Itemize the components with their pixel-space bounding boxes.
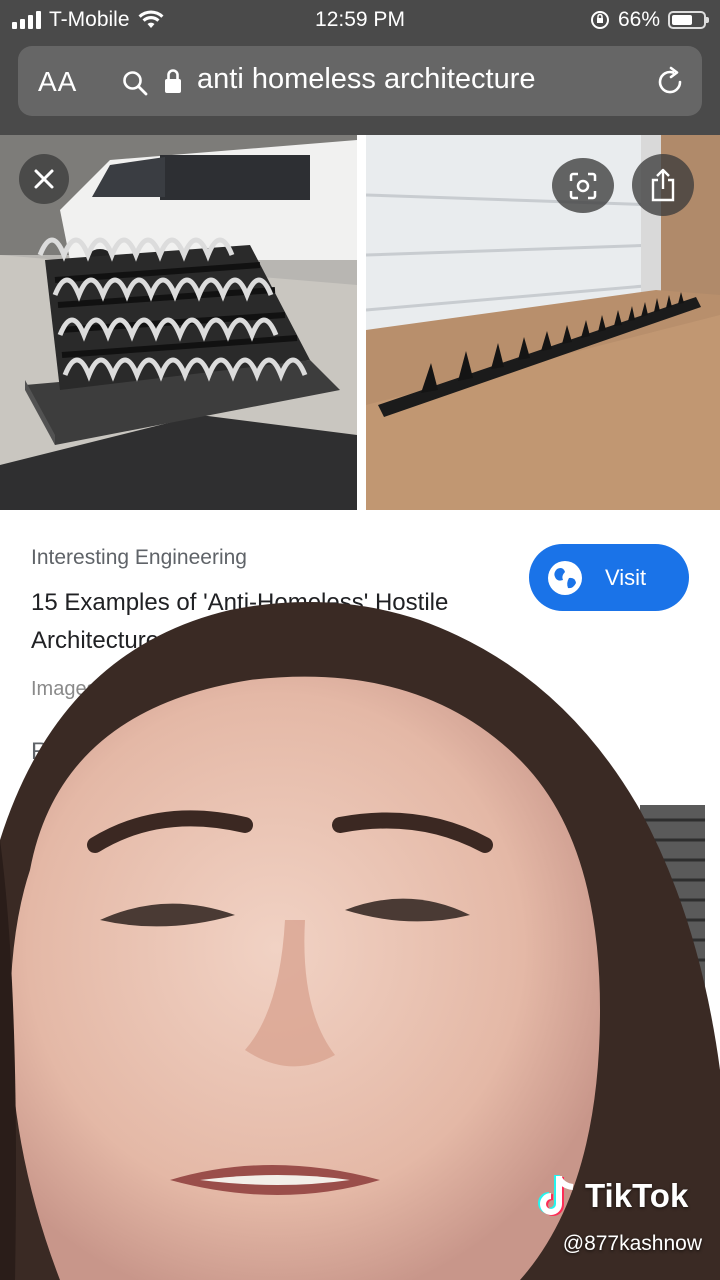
share-icon xyxy=(651,168,675,202)
share-button[interactable] xyxy=(632,154,694,216)
url-text[interactable]: anti homeless architecture xyxy=(197,63,536,96)
close-button[interactable] xyxy=(19,154,69,204)
result-source[interactable]: Interesting Engineering xyxy=(31,546,247,570)
lock-rotation-icon xyxy=(590,11,609,29)
close-icon xyxy=(34,169,54,189)
reload-icon[interactable] xyxy=(654,66,686,98)
creator-handle: @877kashnow xyxy=(562,1232,702,1255)
battery-icon xyxy=(668,11,709,29)
text-size-button[interactable]: AA xyxy=(38,66,77,98)
tiktok-logo-icon xyxy=(538,1175,574,1216)
status-bar: T-Mobile 12:59 PM 66% xyxy=(0,0,720,40)
search-icon xyxy=(123,71,148,96)
image-results xyxy=(0,135,720,510)
window-ledge-spikes-photo[interactable] xyxy=(366,135,720,510)
browser-toolbar: AA anti homeless architecture xyxy=(0,40,720,135)
lens-icon xyxy=(569,172,597,199)
tiktok-brand: TikTok xyxy=(585,1177,689,1214)
spikes-mat-photo[interactable] xyxy=(0,135,357,510)
visit-label: Visit xyxy=(605,564,647,590)
address-bar[interactable]: AA anti homeless architecture xyxy=(18,46,702,116)
battery-percent: 66% xyxy=(617,8,660,31)
tiktok-watermark: TikTok xyxy=(535,1172,688,1220)
lock-icon xyxy=(165,69,181,93)
text-size-label: AA xyxy=(38,66,78,97)
status-right-group: 66% xyxy=(590,8,709,32)
lens-button[interactable] xyxy=(552,158,614,213)
